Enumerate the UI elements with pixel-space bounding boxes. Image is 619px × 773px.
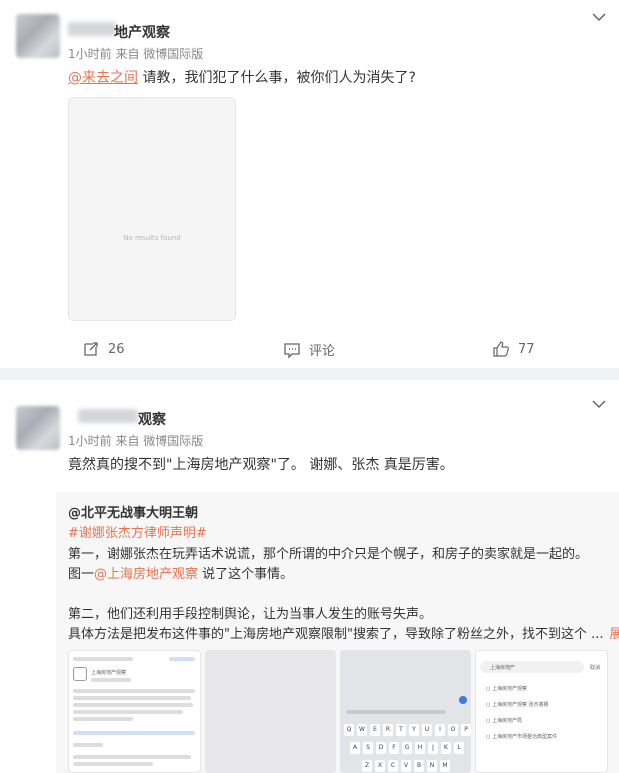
search-suggestion: ○ 上海房地产观察 张杰谢娜 <box>486 702 549 708</box>
post-actions: 26 评论 77 <box>0 336 619 362</box>
post-1: 地产观察 1小时前 来自 微博国际版 @来去之间 请教，我们犯了什么事，被你们人… <box>0 0 619 368</box>
repost-button[interactable]: 26 <box>82 340 125 358</box>
thumbnail-1[interactable]: 上海房地产观察 <box>68 650 201 773</box>
keyboard-key: N <box>427 760 437 772</box>
thumb-title: 上海房地产观察 <box>91 670 127 676</box>
search-suggestion: ○ 上海房地产局 <box>486 718 522 724</box>
comment-button[interactable]: 评论 <box>283 340 335 359</box>
retweet-author[interactable]: @北平无战事大明王朝 <box>68 502 198 521</box>
post-author[interactable]: 地产观察 <box>114 22 170 42</box>
keyboard-key: H <box>415 742 425 754</box>
post-text: @来去之间 请教，我们犯了什么事，被你们人为消失了? <box>68 70 416 86</box>
retweet-line-2: 图一@上海房地产观察 说了这个事情。 <box>68 567 294 582</box>
like-count: 77 <box>518 341 535 357</box>
keyboard-key: I <box>435 724 445 736</box>
avatar[interactable] <box>16 14 60 58</box>
name-redaction <box>78 409 138 423</box>
thumbs-up-icon <box>493 341 509 357</box>
thumb-cancel: 取消 <box>590 665 601 671</box>
keyboard-key: Z <box>362 760 372 772</box>
keyboard-key: Y <box>409 724 419 736</box>
like-button[interactable]: 77 <box>492 340 535 358</box>
keyboard-key: M <box>440 760 450 772</box>
keyboard-key: B <box>414 760 424 772</box>
keyboard-key: P <box>461 724 471 736</box>
comment-label: 评论 <box>309 344 336 359</box>
repost-icon <box>84 342 98 356</box>
keyboard-key: R <box>383 724 393 736</box>
keyboard-key: L <box>454 742 464 754</box>
thumbnail-4-search[interactable]: 上海房地产 取消 ○ 上海房地产观察 ○ 上海房地产观察 张杰谢娜 ○ 上海房地产局… <box>475 650 608 773</box>
image-placeholder-text: No results found <box>123 234 181 242</box>
repost-count: 26 <box>108 341 125 357</box>
avatar[interactable] <box>16 406 60 450</box>
comment-icon <box>284 342 300 359</box>
retweet-line-3: 第二，他们还利用手段控制舆论，让为当事人发生的账号失声。 <box>68 607 433 622</box>
keyboard-key: V <box>401 760 411 772</box>
keyboard-key: C <box>388 760 398 772</box>
thumbnail-3-keyboard[interactable]: QWERTYUIOP ASDFGHJKL ZXCVBNM <box>340 650 471 773</box>
search-suggestion: ○ 上海房地产市场整治典型案件 <box>486 734 557 740</box>
profile-icon <box>73 667 87 681</box>
keyboard-key: U <box>422 724 432 736</box>
keyboard-row-2: ASDFGHJKL <box>350 742 464 754</box>
post-image[interactable]: No results found <box>68 97 236 321</box>
post-author[interactable]: 观察 <box>138 409 166 429</box>
keyboard-key: X <box>375 760 385 772</box>
chevron-down-icon[interactable] <box>591 9 607 25</box>
keyboard-key: W <box>357 724 367 736</box>
keyboard-key: S <box>363 742 373 754</box>
keyboard-key: F <box>389 742 399 754</box>
keyboard-key: Q <box>344 724 354 736</box>
name-redaction <box>68 22 116 36</box>
keyboard-key: G <box>402 742 412 754</box>
keyboard-key: J <box>428 742 438 754</box>
keyboard-key: A <box>350 742 360 754</box>
keyboard-key: E <box>370 724 380 736</box>
keyboard-key: T <box>396 724 406 736</box>
keyboard-row-1: QWERTYUIOP <box>344 724 471 736</box>
mention-link[interactable]: @来去之间 <box>68 70 138 86</box>
post-meta: 1小时前 来自 微博国际版 <box>68 434 204 448</box>
keyboard-key: O <box>448 724 458 736</box>
chevron-down-icon[interactable] <box>591 396 607 412</box>
mention-link[interactable]: @上海房地产观察 <box>94 567 198 582</box>
send-icon <box>459 696 467 704</box>
post-separator <box>0 368 619 380</box>
thumb-search-query: 上海房地产 <box>490 665 516 671</box>
keyboard-key: K <box>441 742 451 754</box>
retweet-line-4: 具体方法是把发布这件事的"上海房地产观察限制"搜索了，导致除了粉丝之外，找不到这… <box>68 623 619 642</box>
post-meta: 1小时前 来自 微博国际版 <box>68 47 204 61</box>
post-text: 竟然真的搜不到"上海房地产观察"了。 谢娜、张杰 真是厉害。 <box>68 457 454 473</box>
keyboard-key: D <box>376 742 386 754</box>
retweet-line-1: 第一，谢娜张杰在玩弄话术说谎，那个所谓的中介只是个幌子，和房子的卖家就是一起的。 <box>68 547 589 562</box>
expand-link[interactable]: 展开 <box>610 627 619 642</box>
hashtag-link[interactable]: #谢娜张杰方律师声明# <box>68 522 207 541</box>
search-suggestion: ○ 上海房地产观察 <box>486 686 527 692</box>
keyboard-row-3: ZXCVBNM <box>362 760 450 772</box>
thumbnail-2[interactable] <box>205 650 336 773</box>
